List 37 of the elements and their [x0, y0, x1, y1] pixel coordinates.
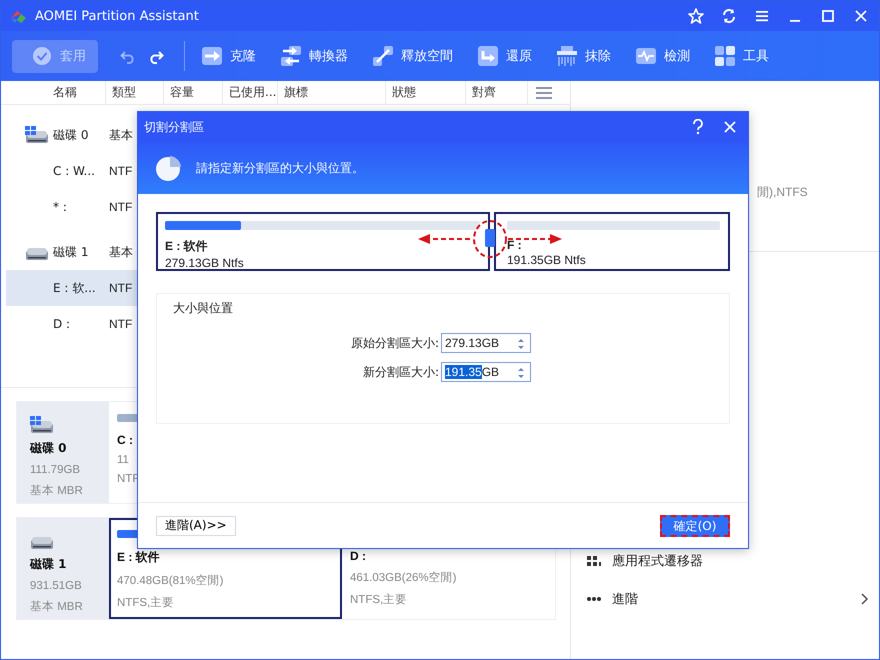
disk-size: 111.79GB [30, 464, 82, 476]
disk-size: 931.51GB [30, 580, 83, 592]
partition-name: D : [350, 549, 367, 563]
partition-size: 470.48GB(81%空閒) [117, 573, 224, 588]
dialog-title: 切割分割區 [144, 118, 205, 136]
table-cell-text: 磁碟 0 [53, 126, 90, 144]
disk-name: 磁碟 0 [30, 440, 68, 457]
table-cell: 基本 [109, 244, 133, 260]
field-label: 新分割區大小: [362, 364, 439, 380]
disk-type: 基本 MBR [30, 484, 84, 498]
table-cell-text: C : W... [53, 164, 96, 178]
partition-size: 11 [117, 454, 130, 466]
partition-info: 閒),NTFS [756, 184, 809, 201]
table-cell: NTF [109, 164, 132, 178]
group-title: 大小與位置 [173, 300, 234, 317]
table-cell-text: E : 软... [53, 280, 97, 296]
window-title: AOMEI Partition Assistant [35, 8, 200, 24]
field-label: 原始分割區大小: [350, 334, 439, 352]
table-cell-text: * : [53, 200, 68, 214]
partition-detail: 191.35GB Ntfs [507, 253, 586, 267]
table-cell-text: D : [53, 317, 72, 331]
partition-name: F : [507, 238, 522, 252]
partition-name: E : 软件 [117, 549, 161, 566]
partition-type: NTFS,主要 [117, 595, 176, 610]
table-cell-text: 磁碟 1 [53, 244, 90, 260]
partition-size: 461.03GB(26%空閒) [350, 570, 458, 585]
partition-name: C : [117, 433, 134, 447]
partition-type: NTFS,主要 [350, 592, 408, 607]
table-cell: NTF [109, 200, 132, 214]
table-cell: 基本 [109, 126, 133, 144]
partition-name: E : 软件 [165, 238, 208, 255]
disk-name: 磁碟 1 [30, 556, 68, 573]
table-cell: NTF [109, 317, 132, 331]
table-cell: NTF [109, 281, 132, 295]
instruction-text: 請指定新分割區的大小與位置。 [196, 160, 364, 176]
disk-type: 基本 MBR [30, 600, 84, 614]
partition-detail: 279.13GB Ntfs [165, 256, 244, 270]
